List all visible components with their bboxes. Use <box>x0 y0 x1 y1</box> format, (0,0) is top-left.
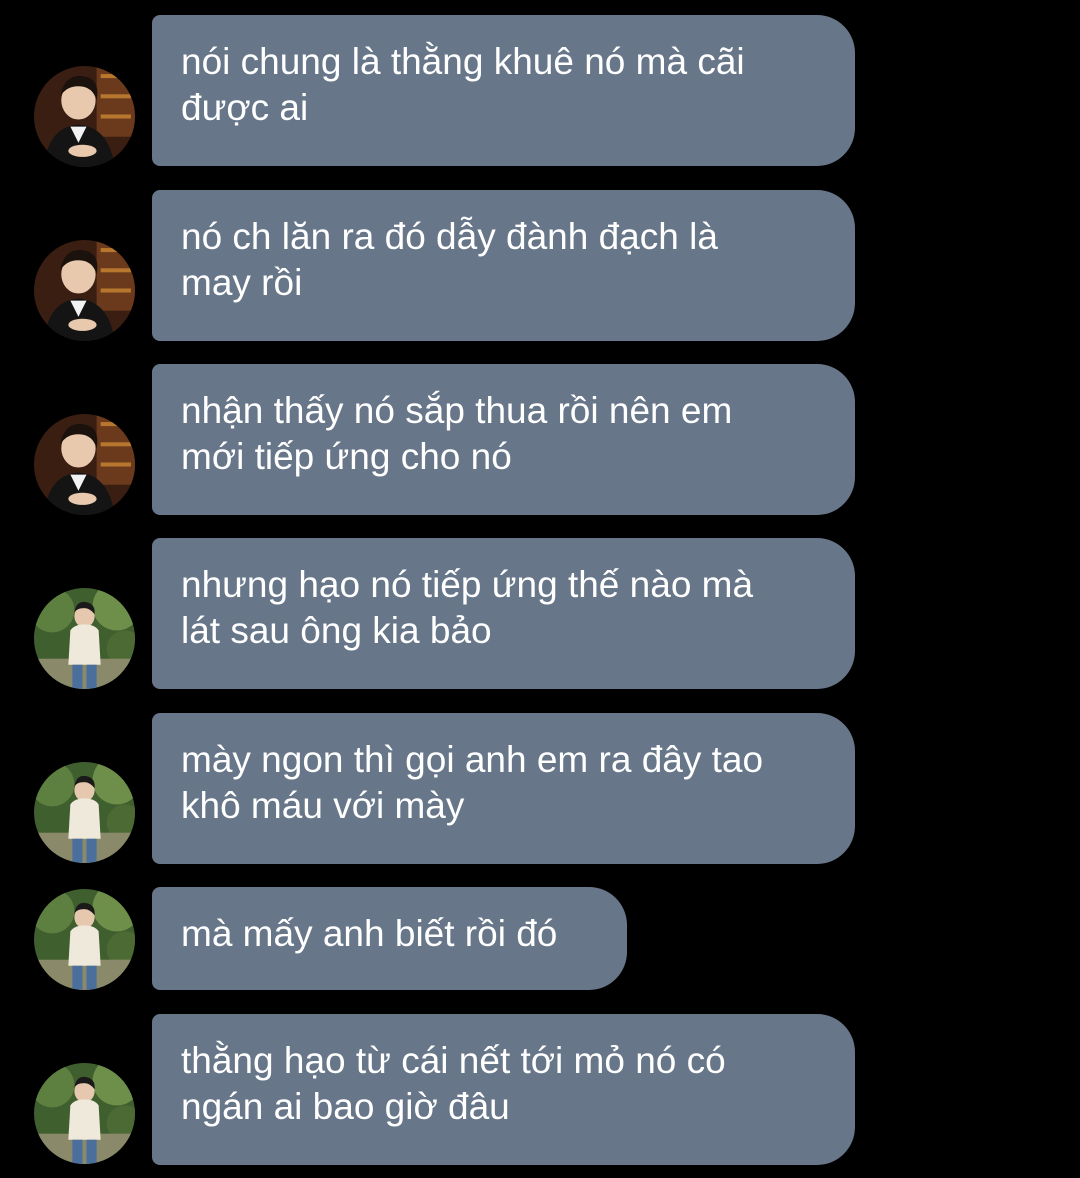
message-bubble: nhận thấy nó sắp thua rồi nên em mới tiế… <box>152 364 855 515</box>
avatar[interactable] <box>34 1063 135 1164</box>
avatar-image-man-in-blazer <box>34 240 135 341</box>
avatar-image-person-outdoors <box>34 762 135 863</box>
message-bubble: nói chung là thằng khuê nó mà cãi được a… <box>152 15 855 166</box>
message-bubble: mày ngon thì gọi anh em ra đây tao khô m… <box>152 713 855 864</box>
message-bubble: mà mấy anh biết rồi đó <box>152 887 627 990</box>
avatar-image-person-outdoors <box>34 588 135 689</box>
message-bubble: thằng hạo từ cái nết tới mỏ nó có ngán a… <box>152 1014 855 1165</box>
avatar[interactable] <box>34 762 135 863</box>
avatar[interactable] <box>34 240 135 341</box>
avatar[interactable] <box>34 66 135 167</box>
avatar[interactable] <box>34 414 135 515</box>
avatar-image-person-outdoors <box>34 1063 135 1164</box>
avatar[interactable] <box>34 588 135 689</box>
avatar-image-man-in-blazer <box>34 414 135 515</box>
avatar[interactable] <box>34 889 135 990</box>
message-bubble: nó ch lăn ra đó dẫy đành đạch là may rồi <box>152 190 855 341</box>
avatar-image-person-outdoors <box>34 889 135 990</box>
avatar-image-man-in-blazer <box>34 66 135 167</box>
message-bubble: nhưng hạo nó tiếp ứng thế nào mà lát sau… <box>152 538 855 689</box>
